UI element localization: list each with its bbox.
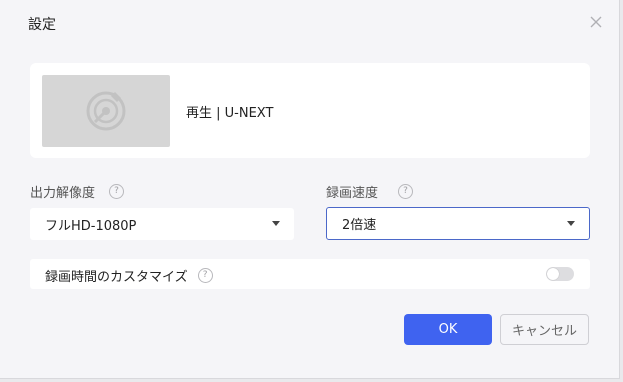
- video-thumbnail: [42, 75, 170, 147]
- speed-label: 録画速度 ?: [326, 182, 414, 201]
- speed-label-text: 録画速度: [326, 186, 379, 201]
- close-icon[interactable]: [586, 12, 606, 32]
- resolution-label-text: 出力解像度: [30, 186, 96, 201]
- dialog-title: 設定: [28, 17, 56, 33]
- help-icon[interactable]: ?: [109, 184, 125, 199]
- chevron-down-icon: [567, 221, 575, 226]
- video-title: 再生 | U-NEXT: [186, 106, 274, 121]
- custom-time-label-text: 録画時間のカスタマイズ: [45, 270, 188, 285]
- speed-value: 2倍速: [342, 218, 377, 233]
- custom-time-label: 録画時間のカスタマイズ ?: [45, 266, 213, 285]
- cancel-button[interactable]: キャンセル: [500, 314, 589, 345]
- toggle-knob: [547, 268, 559, 280]
- resolution-value: フルHD-1080P: [45, 218, 137, 234]
- chevron-down-icon: [272, 221, 280, 226]
- resolution-select[interactable]: フルHD-1080P: [30, 208, 294, 240]
- help-icon[interactable]: ?: [398, 184, 414, 199]
- custom-time-row: 録画時間のカスタマイズ ?: [30, 259, 590, 289]
- speed-select[interactable]: 2倍速: [326, 207, 590, 240]
- resolution-label: 出力解像度 ?: [30, 182, 125, 201]
- settings-dialog: 設定 再生 | U-NEXT 出力解像度 ? フルHD-1080P 録画速度 ?: [0, 0, 620, 379]
- help-icon[interactable]: ?: [197, 268, 213, 283]
- video-card: 再生 | U-NEXT: [30, 63, 590, 158]
- disc-icon: [86, 91, 126, 131]
- ok-button[interactable]: OK: [404, 314, 492, 345]
- custom-time-toggle[interactable]: [546, 267, 574, 281]
